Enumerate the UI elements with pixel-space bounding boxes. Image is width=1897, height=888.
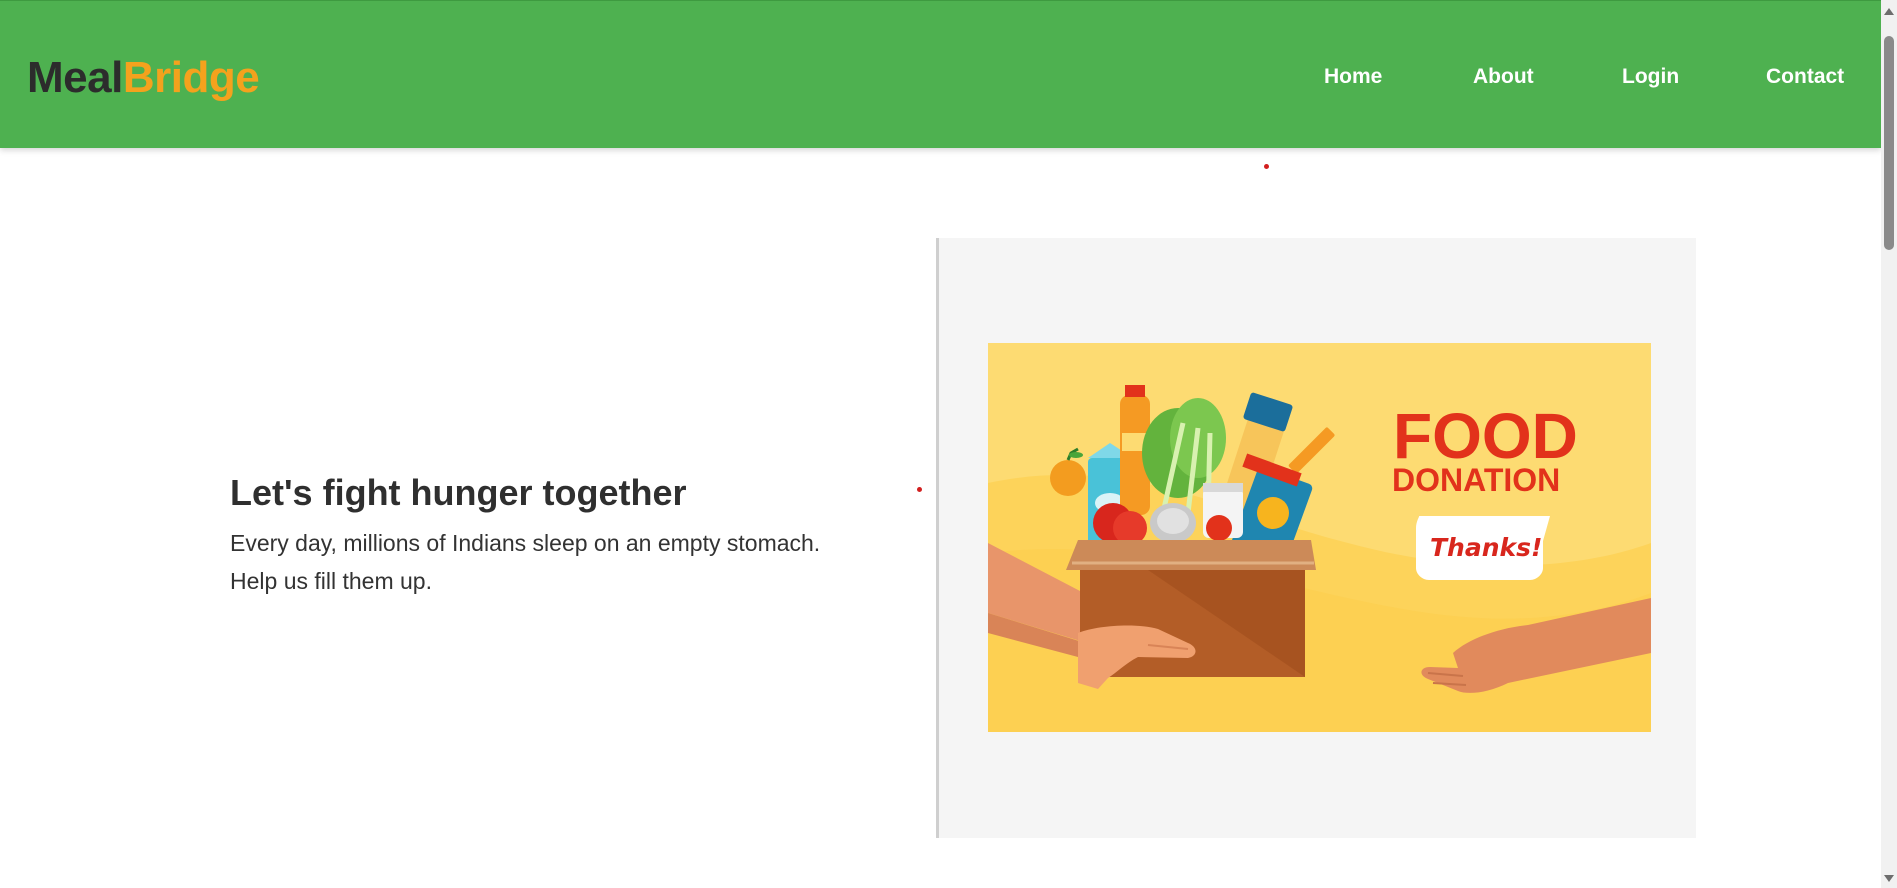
hero-text: Let's fight hunger together Every day, m…	[230, 470, 890, 600]
food-donation-illustration: FOOD DONATION Thanks!	[988, 343, 1651, 732]
scroll-down-arrow-icon[interactable]	[1884, 875, 1894, 882]
hero-title: Let's fight hunger together	[230, 472, 687, 513]
page-scrollbar[interactable]	[1881, 0, 1897, 888]
nav-link-login[interactable]: Login	[1622, 63, 1679, 91]
nav-link-contact[interactable]: Contact	[1766, 63, 1844, 91]
illustration-headline-donation: DONATION	[1392, 462, 1560, 498]
illustration-thanks-text: Thanks!	[1430, 533, 1542, 562]
top-navbar: MealBridge Home About Login Contact	[0, 0, 1881, 148]
scroll-up-arrow-icon[interactable]	[1884, 8, 1894, 15]
brand-logo-meal: Meal	[27, 53, 123, 102]
scrollbar-thumb[interactable]	[1884, 36, 1894, 250]
red-dot-marker	[917, 487, 922, 492]
brand-logo-bridge: Bridge	[122, 53, 260, 102]
nav-link-about[interactable]: About	[1473, 63, 1534, 91]
hero-image-panel: FOOD DONATION Thanks!	[936, 238, 1696, 838]
red-dot-marker	[1264, 164, 1269, 169]
nav-link-home[interactable]: Home	[1324, 63, 1382, 91]
hero-description: Every day, millions of Indians sleep on …	[230, 530, 821, 594]
brand-logo[interactable]: MealBridge	[27, 53, 260, 103]
